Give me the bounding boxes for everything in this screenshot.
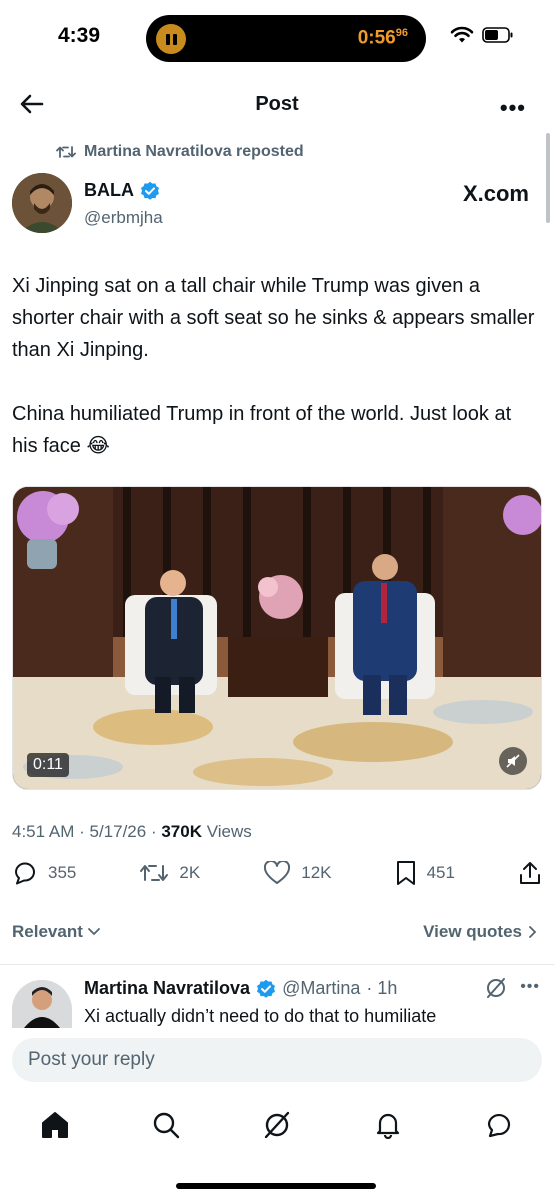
tweet-paragraph-1: Xi Jinping sat on a tall chair while Tru… <box>12 275 535 361</box>
timer-fraction: 96 <box>395 27 408 39</box>
divider <box>0 964 554 965</box>
pause-icon <box>156 24 186 54</box>
author-handle[interactable]: @erbmjha <box>84 208 163 228</box>
views-label: Views <box>206 822 252 841</box>
reply-avatar-image <box>12 980 72 1028</box>
status-icons <box>450 26 514 44</box>
dynamic-island[interactable]: 0:5696 <box>146 15 426 62</box>
bookmark-button[interactable]: 451 <box>395 860 455 886</box>
tab-messages[interactable] <box>479 1105 519 1145</box>
repost-icon <box>56 146 76 158</box>
sort-relevant-dropdown[interactable]: Relevant <box>12 922 101 942</box>
source-label: X.com <box>462 181 529 206</box>
home-icon <box>42 1112 69 1138</box>
more-options-icon[interactable]: ••• <box>500 95 526 121</box>
reply-age: · 1h <box>366 978 398 998</box>
wifi-icon <box>450 26 474 43</box>
post-time: 4:51 AM <box>12 822 75 841</box>
repost-count: 2K <box>179 863 201 882</box>
reply-author-name: Martina Navratilova <box>84 978 251 998</box>
grok-icon <box>264 1111 290 1139</box>
status-time: 4:39 <box>58 24 101 47</box>
video-duration: 0:11 <box>27 753 69 777</box>
chevron-right-icon <box>529 926 537 938</box>
home-indicator[interactable] <box>176 1183 376 1189</box>
bottom-tab-bar <box>0 1100 554 1150</box>
tweet-text: Xi Jinping sat on a tall chair while Tru… <box>12 270 542 494</box>
search-icon <box>153 1112 180 1139</box>
reply-count: 355 <box>48 863 77 882</box>
view-quotes-link[interactable]: View quotes <box>423 922 538 942</box>
action-bar: 355 2K 12K 451 <box>12 860 542 886</box>
reply-button[interactable]: 355 <box>12 860 76 886</box>
post-meta: 4:51 AM · 5/17/26 · 370K Views <box>12 822 252 841</box>
tab-search[interactable] <box>146 1105 186 1145</box>
share-button[interactable] <box>518 860 542 886</box>
avatar-image <box>12 173 72 233</box>
chevron-down-icon <box>87 928 100 936</box>
tab-notifications[interactable] <box>368 1105 408 1145</box>
tab-home[interactable] <box>35 1105 75 1145</box>
repost-indicator[interactable]: Martina Navratilova reposted <box>56 143 304 161</box>
bookmark-icon <box>396 861 415 885</box>
reply-text: Xi actually didn’t need to do that to hu… <box>84 1006 437 1026</box>
timer-readout: 0:5696 <box>358 27 408 49</box>
author-name: BALA <box>84 180 134 200</box>
like-count: 12K <box>301 863 332 882</box>
author-name-row[interactable]: BALA <box>84 180 160 201</box>
repost-action-icon <box>140 865 169 881</box>
battery-icon <box>482 27 513 43</box>
verified-badge-icon <box>257 979 276 998</box>
verified-badge-icon <box>141 181 159 200</box>
tweet-paragraph-2: China humiliated Trump in front of the w… <box>12 403 512 457</box>
grok-icon[interactable] <box>484 976 508 1000</box>
tab-grok[interactable] <box>257 1105 297 1145</box>
video-frame <box>13 487 541 789</box>
messages-icon <box>487 1113 510 1138</box>
sort-label: Relevant <box>12 922 83 941</box>
scrollbar[interactable] <box>546 133 550 223</box>
like-button[interactable]: 12K <box>263 861 332 885</box>
repost-text: Martina Navratilova reposted <box>84 143 304 160</box>
video-player[interactable]: 0:11 <box>12 486 542 790</box>
bookmark-count: 451 <box>426 863 455 882</box>
reply-input[interactable] <box>12 1038 542 1082</box>
reply-avatar[interactable] <box>12 980 72 1028</box>
reply-icon <box>15 862 35 885</box>
reply-author-row[interactable]: Martina Navratilova @Martina · 1h <box>84 978 397 999</box>
share-icon <box>519 862 540 884</box>
speaker-muted-icon <box>506 754 520 768</box>
reply-more-icon[interactable]: ••• <box>520 978 540 996</box>
post-date: 5/17/26 <box>89 822 147 841</box>
author-avatar[interactable] <box>12 173 72 233</box>
view-quotes-label: View quotes <box>423 922 522 941</box>
timer-main: 0:56 <box>357 27 396 49</box>
reply-author-handle: @Martina <box>282 978 361 998</box>
repost-button[interactable]: 2K <box>139 861 200 885</box>
page-title: Post <box>255 93 299 115</box>
views-count[interactable]: 370K <box>161 822 202 841</box>
notifications-icon <box>376 1113 399 1139</box>
heart-icon <box>264 861 291 884</box>
mute-icon[interactable] <box>499 747 527 775</box>
